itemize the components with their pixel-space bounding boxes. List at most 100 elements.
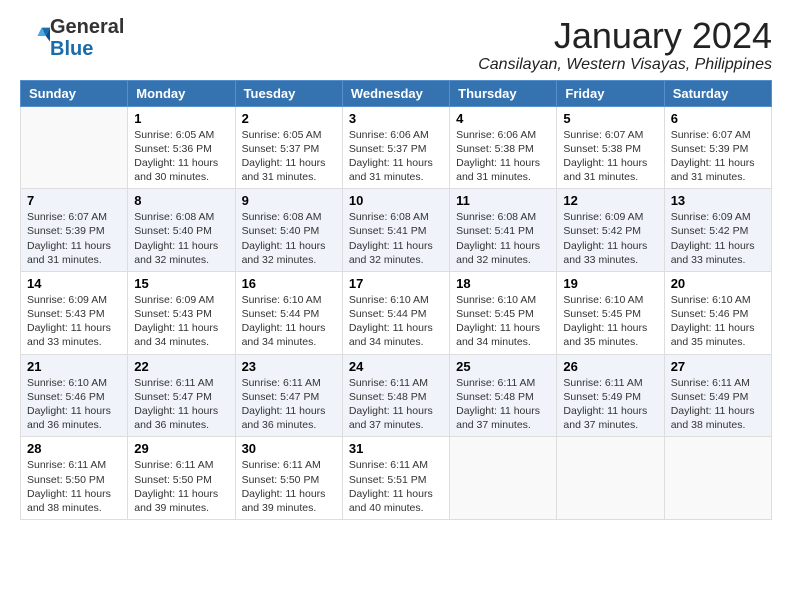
calendar-cell: 27 Sunrise: 6:11 AM Sunset: 5:49 PM Dayli… bbox=[664, 354, 771, 437]
day-number: 9 bbox=[242, 193, 336, 208]
day-number: 22 bbox=[134, 359, 228, 374]
day-number: 16 bbox=[242, 276, 336, 291]
day-number: 13 bbox=[671, 193, 765, 208]
day-info: Sunrise: 6:11 AM Sunset: 5:48 PM Dayligh… bbox=[456, 376, 550, 433]
day-info: Sunrise: 6:05 AM Sunset: 5:37 PM Dayligh… bbox=[242, 128, 336, 185]
day-number: 5 bbox=[563, 111, 657, 126]
calendar-cell: 11 Sunrise: 6:08 AM Sunset: 5:41 PM Dayli… bbox=[450, 189, 557, 272]
calendar-cell: 20 Sunrise: 6:10 AM Sunset: 5:46 PM Dayli… bbox=[664, 271, 771, 354]
calendar-cell: 12Sunrise: 6:09 AM Sunset: 5:42 PM Dayli… bbox=[557, 189, 664, 272]
calendar-cell: 7 Sunrise: 6:07 AM Sunset: 5:39 PM Daylig… bbox=[21, 189, 128, 272]
day-info: Sunrise: 6:08 AM Sunset: 5:40 PM Dayligh… bbox=[242, 210, 336, 267]
day-number: 3 bbox=[349, 111, 443, 126]
location-title: Cansilayan, Western Visayas, Philippines bbox=[478, 56, 772, 74]
day-info: Sunrise: 6:08 AM Sunset: 5:40 PM Dayligh… bbox=[134, 210, 228, 267]
calendar-day-header: Sunday bbox=[21, 80, 128, 106]
day-info: Sunrise: 6:11 AM Sunset: 5:50 PM Dayligh… bbox=[134, 458, 228, 515]
page-header: General Blue January 2024 Cansilayan, We… bbox=[20, 16, 772, 74]
day-info: Sunrise: 6:06 AM Sunset: 5:37 PM Dayligh… bbox=[349, 128, 443, 185]
day-number: 8 bbox=[134, 193, 228, 208]
day-info: Sunrise: 6:10 AM Sunset: 5:46 PM Dayligh… bbox=[27, 376, 121, 433]
day-info: Sunrise: 6:11 AM Sunset: 5:50 PM Dayligh… bbox=[242, 458, 336, 515]
calendar-cell: 28 Sunrise: 6:11 AM Sunset: 5:50 PM Dayli… bbox=[21, 437, 128, 520]
calendar-week-row: 28 Sunrise: 6:11 AM Sunset: 5:50 PM Dayli… bbox=[21, 437, 772, 520]
day-number: 31 bbox=[349, 441, 443, 456]
calendar-table: SundayMondayTuesdayWednesdayThursdayFrid… bbox=[20, 80, 772, 520]
day-info: Sunrise: 6:08 AM Sunset: 5:41 PM Dayligh… bbox=[349, 210, 443, 267]
calendar-cell: 5 Sunrise: 6:07 AM Sunset: 5:38 PM Daylig… bbox=[557, 106, 664, 189]
day-info: Sunrise: 6:09 AM Sunset: 5:42 PM Dayligh… bbox=[671, 210, 765, 267]
day-info: Sunrise: 6:11 AM Sunset: 5:49 PM Dayligh… bbox=[671, 376, 765, 433]
calendar-cell: 29 Sunrise: 6:11 AM Sunset: 5:50 PM Dayli… bbox=[128, 437, 235, 520]
day-number: 11 bbox=[456, 193, 550, 208]
day-info: Sunrise: 6:10 AM Sunset: 5:45 PM Dayligh… bbox=[563, 293, 657, 350]
day-info: Sunrise: 6:10 AM Sunset: 5:46 PM Dayligh… bbox=[671, 293, 765, 350]
calendar-body: 1 Sunrise: 6:05 AM Sunset: 5:36 PM Daylig… bbox=[21, 106, 772, 519]
day-info: Sunrise: 6:10 AM Sunset: 5:44 PM Dayligh… bbox=[242, 293, 336, 350]
calendar-cell bbox=[664, 437, 771, 520]
calendar-day-header: Wednesday bbox=[342, 80, 449, 106]
day-number: 4 bbox=[456, 111, 550, 126]
calendar-cell: 6 Sunrise: 6:07 AM Sunset: 5:39 PM Daylig… bbox=[664, 106, 771, 189]
calendar-cell: 30 Sunrise: 6:11 AM Sunset: 5:50 PM Dayli… bbox=[235, 437, 342, 520]
day-number: 1 bbox=[134, 111, 228, 126]
day-number: 18 bbox=[456, 276, 550, 291]
day-number: 21 bbox=[27, 359, 121, 374]
calendar-day-header: Tuesday bbox=[235, 80, 342, 106]
calendar-day-header: Thursday bbox=[450, 80, 557, 106]
day-number: 15 bbox=[134, 276, 228, 291]
calendar-cell: 10 Sunrise: 6:08 AM Sunset: 5:41 PM Dayli… bbox=[342, 189, 449, 272]
logo-general-text: General bbox=[50, 16, 124, 38]
day-info: Sunrise: 6:07 AM Sunset: 5:39 PM Dayligh… bbox=[27, 210, 121, 267]
day-number: 29 bbox=[134, 441, 228, 456]
calendar-cell: 19 Sunrise: 6:10 AM Sunset: 5:45 PM Dayli… bbox=[557, 271, 664, 354]
day-number: 2 bbox=[242, 111, 336, 126]
calendar-cell: 4 Sunrise: 6:06 AM Sunset: 5:38 PM Daylig… bbox=[450, 106, 557, 189]
day-number: 25 bbox=[456, 359, 550, 374]
calendar-week-row: 14 Sunrise: 6:09 AM Sunset: 5:43 PM Dayli… bbox=[21, 271, 772, 354]
day-number: 20 bbox=[671, 276, 765, 291]
day-info: Sunrise: 6:11 AM Sunset: 5:47 PM Dayligh… bbox=[242, 376, 336, 433]
day-number: 26 bbox=[563, 359, 657, 374]
day-info: Sunrise: 6:07 AM Sunset: 5:39 PM Dayligh… bbox=[671, 128, 765, 185]
calendar-cell: 17 Sunrise: 6:10 AM Sunset: 5:44 PM Dayli… bbox=[342, 271, 449, 354]
calendar-cell: 24 Sunrise: 6:11 AM Sunset: 5:48 PM Dayli… bbox=[342, 354, 449, 437]
day-number: 23 bbox=[242, 359, 336, 374]
month-title: January 2024 bbox=[478, 16, 772, 56]
day-info: Sunrise: 6:11 AM Sunset: 5:50 PM Dayligh… bbox=[27, 458, 121, 515]
calendar-cell: 22 Sunrise: 6:11 AM Sunset: 5:47 PM Dayli… bbox=[128, 354, 235, 437]
day-info: Sunrise: 6:05 AM Sunset: 5:36 PM Dayligh… bbox=[134, 128, 228, 185]
day-number: 17 bbox=[349, 276, 443, 291]
day-number: 14 bbox=[27, 276, 121, 291]
calendar-cell: 26Sunrise: 6:11 AM Sunset: 5:49 PM Dayli… bbox=[557, 354, 664, 437]
day-info: Sunrise: 6:08 AM Sunset: 5:41 PM Dayligh… bbox=[456, 210, 550, 267]
day-info: Sunrise: 6:11 AM Sunset: 5:47 PM Dayligh… bbox=[134, 376, 228, 433]
calendar-cell bbox=[557, 437, 664, 520]
day-number: 6 bbox=[671, 111, 765, 126]
calendar-cell: 18Sunrise: 6:10 AM Sunset: 5:45 PM Dayli… bbox=[450, 271, 557, 354]
day-info: Sunrise: 6:07 AM Sunset: 5:38 PM Dayligh… bbox=[563, 128, 657, 185]
day-number: 30 bbox=[242, 441, 336, 456]
calendar-cell: 14Sunrise: 6:09 AM Sunset: 5:43 PM Dayli… bbox=[21, 271, 128, 354]
calendar-cell: 1 Sunrise: 6:05 AM Sunset: 5:36 PM Daylig… bbox=[128, 106, 235, 189]
title-block: January 2024 Cansilayan, Western Visayas… bbox=[478, 16, 772, 74]
day-info: Sunrise: 6:11 AM Sunset: 5:51 PM Dayligh… bbox=[349, 458, 443, 515]
day-info: Sunrise: 6:11 AM Sunset: 5:48 PM Dayligh… bbox=[349, 376, 443, 433]
day-number: 10 bbox=[349, 193, 443, 208]
day-number: 7 bbox=[27, 193, 121, 208]
day-number: 24 bbox=[349, 359, 443, 374]
calendar-cell: 15 Sunrise: 6:09 AM Sunset: 5:43 PM Dayli… bbox=[128, 271, 235, 354]
calendar-day-header: Monday bbox=[128, 80, 235, 106]
day-info: Sunrise: 6:06 AM Sunset: 5:38 PM Dayligh… bbox=[456, 128, 550, 185]
day-info: Sunrise: 6:10 AM Sunset: 5:44 PM Dayligh… bbox=[349, 293, 443, 350]
day-number: 19 bbox=[563, 276, 657, 291]
calendar-cell: 3 Sunrise: 6:06 AM Sunset: 5:37 PM Daylig… bbox=[342, 106, 449, 189]
day-number: 28 bbox=[27, 441, 121, 456]
day-number: 27 bbox=[671, 359, 765, 374]
calendar-week-row: 1 Sunrise: 6:05 AM Sunset: 5:36 PM Daylig… bbox=[21, 106, 772, 189]
logo-icon bbox=[22, 22, 50, 50]
calendar-day-header: Friday bbox=[557, 80, 664, 106]
logo: General Blue bbox=[20, 16, 124, 60]
day-info: Sunrise: 6:09 AM Sunset: 5:43 PM Dayligh… bbox=[134, 293, 228, 350]
calendar-cell: 8 Sunrise: 6:08 AM Sunset: 5:40 PM Daylig… bbox=[128, 189, 235, 272]
